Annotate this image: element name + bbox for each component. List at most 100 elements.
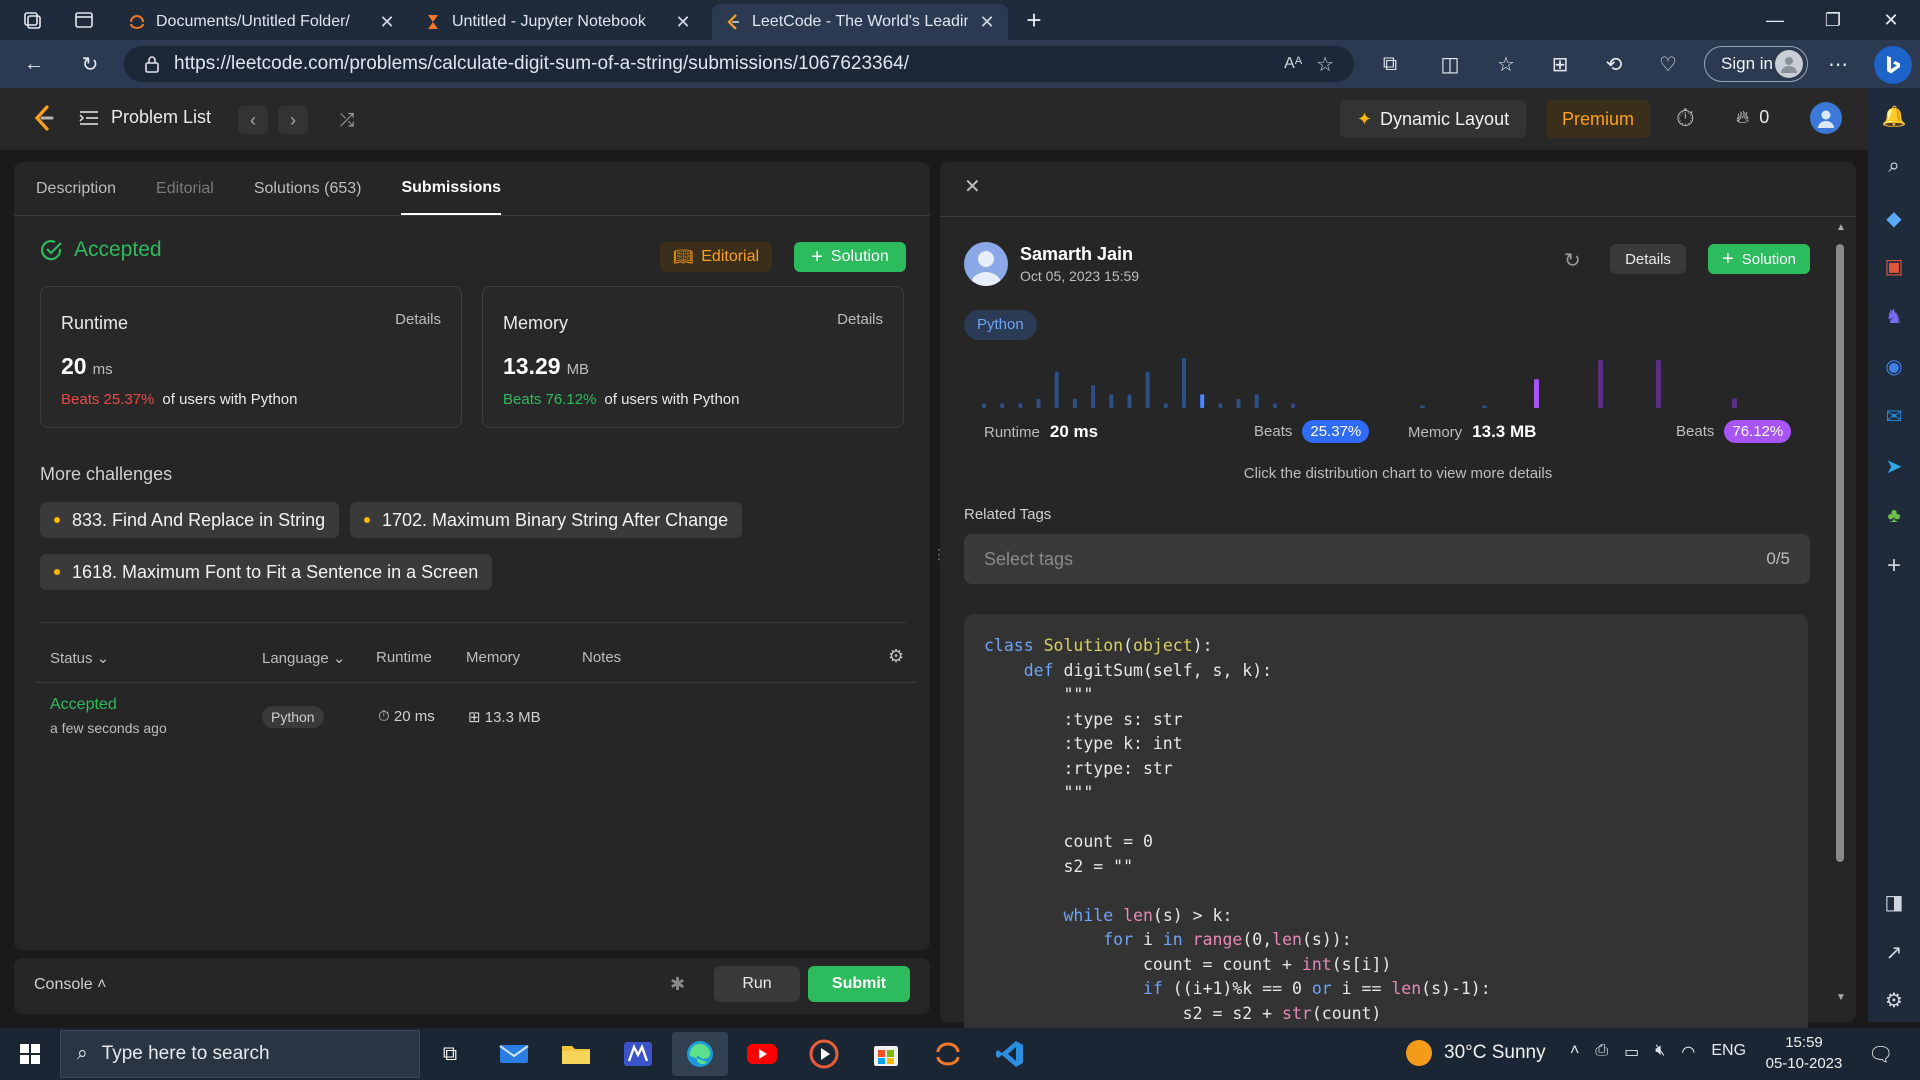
submit-button[interactable]: Submit xyxy=(808,966,910,1002)
table-settings-icon[interactable]: ⚙ xyxy=(888,646,904,667)
memory-card[interactable]: Memory Details 13.29 MB Beats 76.12% of … xyxy=(482,286,904,428)
open-external-icon[interactable]: ↗ xyxy=(1880,938,1908,966)
extensions-icon[interactable]: ⧉ xyxy=(1374,48,1406,80)
vscode-icon[interactable] xyxy=(982,1032,1038,1076)
microsoft-store-icon[interactable] xyxy=(858,1032,914,1076)
table-row[interactable]: Accepted a few seconds ago Python ⏱ 20 m… xyxy=(36,690,916,746)
close-panel-icon[interactable]: ✕ xyxy=(964,174,981,199)
clock[interactable]: 15:59 05-10-2023 xyxy=(1764,1032,1844,1074)
file-explorer-icon[interactable] xyxy=(548,1032,604,1076)
input-language[interactable]: ENG xyxy=(1711,1042,1746,1062)
tags-select-input[interactable]: Select tags 0/5 xyxy=(964,534,1810,584)
share-icon[interactable]: ↻ xyxy=(1564,248,1581,273)
memory-details-link[interactable]: Details xyxy=(837,311,883,328)
add-solution-button[interactable]: + Solution xyxy=(794,242,906,272)
browser-tab-jupyter[interactable]: Untitled - Jupyter Notebook ✕ xyxy=(412,4,704,40)
close-tab-icon[interactable]: ✕ xyxy=(978,12,996,33)
runtime-distribution-chart[interactable] xyxy=(980,352,1380,412)
leetcode-logo-icon[interactable] xyxy=(32,104,56,132)
scrollbar[interactable]: ▲ xyxy=(1834,222,1846,862)
games-icon[interactable]: ♞ xyxy=(1880,302,1908,330)
header-status[interactable]: Status ⌄ xyxy=(50,649,109,667)
add-sidebar-app-icon[interactable]: + xyxy=(1880,552,1908,580)
console-toggle[interactable]: Console ˄ xyxy=(34,976,107,994)
new-tab-icon[interactable]: + xyxy=(1018,4,1050,36)
tab-description[interactable]: Description xyxy=(36,164,116,214)
address-bar[interactable]: https://leetcode.com/problems/calculate-… xyxy=(124,46,1354,82)
tab-editorial[interactable]: Editorial xyxy=(156,164,214,214)
windows-start-icon[interactable] xyxy=(4,1032,56,1076)
prev-problem-button[interactable]: ‹ xyxy=(238,106,268,134)
split-screen-icon[interactable]: ◫ xyxy=(1434,48,1466,80)
browser-tab-documents[interactable]: Documents/Untitled Folder/ ✕ xyxy=(116,4,408,40)
sidebar-settings-icon[interactable]: ⚙ xyxy=(1880,986,1908,1014)
scroll-up-arrow-icon[interactable]: ▲ xyxy=(1836,222,1846,233)
challenge-chip[interactable]: 1702. Maximum Binary String After Change xyxy=(350,502,743,538)
outlook-icon[interactable]: ✉ xyxy=(1880,402,1908,430)
dynamic-layout-button[interactable]: ✦ Dynamic Layout xyxy=(1340,100,1526,138)
header-language[interactable]: Language ⌄ xyxy=(262,649,346,667)
media-player-icon[interactable] xyxy=(796,1032,852,1076)
tree-icon[interactable]: ♣ xyxy=(1880,502,1908,530)
collections-icon[interactable]: ⊞ xyxy=(1544,48,1576,80)
run-button[interactable]: Run xyxy=(714,966,800,1002)
more-menu-icon[interactable]: ⋯ xyxy=(1822,48,1854,80)
notification-center-icon[interactable]: 🗨︎ xyxy=(1868,1042,1893,1067)
details-button[interactable]: Details xyxy=(1610,244,1686,274)
author-avatar[interactable] xyxy=(964,242,1008,286)
favorite-star-icon[interactable]: ☆ xyxy=(1316,52,1334,77)
taskbar-search-box[interactable]: ⌕ Type here to search xyxy=(60,1030,420,1078)
user-avatar[interactable] xyxy=(1810,102,1842,134)
next-problem-button[interactable]: › xyxy=(278,106,308,134)
notification-bell-icon[interactable]: 🔔 xyxy=(1880,102,1908,130)
submitted-code-block[interactable]: class Solution(object): def digitSum(sel… xyxy=(964,614,1808,1034)
editorial-button[interactable]: 📖︎ Editorial xyxy=(660,242,772,272)
close-tab-icon[interactable]: ✕ xyxy=(674,12,692,33)
tab-submissions[interactable]: Submissions xyxy=(401,163,502,215)
tab-actions-icon[interactable] xyxy=(68,4,100,36)
timer-icon[interactable]: ⏱ xyxy=(1676,105,1695,133)
network-drive-icon[interactable]: ⎙ xyxy=(1595,1042,1608,1062)
search-icon[interactable]: ⌕ xyxy=(1880,152,1908,180)
edge-browser-icon[interactable] xyxy=(672,1032,728,1076)
copilot-icon[interactable] xyxy=(1874,46,1912,84)
author-name[interactable]: Samarth Jain xyxy=(1020,244,1133,265)
refresh-icon[interactable]: ↻ xyxy=(74,48,106,80)
shuffle-icon[interactable]: ⤮ xyxy=(332,106,362,134)
favorites-icon[interactable]: ☆ xyxy=(1490,48,1522,80)
battery-icon[interactable]: ▭ xyxy=(1624,1042,1639,1062)
challenge-chip[interactable]: 1618. Maximum Font to Fit a Sentence in … xyxy=(40,554,493,590)
browser-tab-leetcode[interactable]: LeetCode - The World's Leading ✕ xyxy=(712,4,1008,40)
sign-in-button[interactable]: Sign in xyxy=(1704,46,1808,82)
history-icon[interactable]: ⟲ xyxy=(1598,48,1630,80)
weather-widget[interactable]: 30°C Sunny xyxy=(1406,1040,1546,1066)
youtube-icon[interactable] xyxy=(734,1032,790,1076)
microsoft-365-icon[interactable]: ◉ xyxy=(1880,352,1908,380)
memory-distribution-chart[interactable] xyxy=(1420,352,1820,412)
chevron-up-icon[interactable]: ˄ xyxy=(1570,1042,1579,1062)
runtime-details-link[interactable]: Details xyxy=(395,311,441,328)
close-tab-icon[interactable]: ✕ xyxy=(378,12,396,33)
panel-resize-handle[interactable]: ⋮ xyxy=(932,546,946,570)
tab-solutions[interactable]: Solutions (653) xyxy=(254,164,362,214)
read-aloud-icon[interactable]: Aᴬ xyxy=(1284,55,1302,73)
mail-icon[interactable] xyxy=(486,1032,542,1076)
right-solution-button[interactable]: + Solution xyxy=(1708,244,1810,274)
back-icon[interactable]: ← xyxy=(18,48,50,80)
scroll-down-arrow-icon[interactable]: ▼ xyxy=(1836,992,1846,1003)
problem-list-link[interactable]: Problem List xyxy=(111,107,211,128)
minimize-icon[interactable]: — xyxy=(1746,0,1804,40)
debug-bug-icon[interactable]: ✱ xyxy=(670,974,685,995)
streak-counter[interactable]: 🔥︎ 0 xyxy=(1736,107,1769,128)
tools-briefcase-icon[interactable]: ▣ xyxy=(1880,252,1908,280)
runtime-card[interactable]: Runtime Details 20 ms Beats 25.37% of us… xyxy=(40,286,462,428)
telegram-icon[interactable]: ➤ xyxy=(1880,452,1908,480)
row-status[interactable]: Accepted xyxy=(50,696,117,714)
performance-icon[interactable]: ♡ xyxy=(1652,48,1684,80)
jupyter-taskbar-icon[interactable] xyxy=(920,1032,976,1076)
task-view-icon[interactable]: ⧉ xyxy=(422,1032,478,1076)
premium-button[interactable]: Premium xyxy=(1546,100,1650,138)
wifi-icon[interactable]: ◠ xyxy=(1681,1042,1695,1062)
mute-speaker-icon[interactable]: 🔇︎ xyxy=(1655,1042,1665,1062)
app-m-icon[interactable] xyxy=(610,1032,666,1076)
